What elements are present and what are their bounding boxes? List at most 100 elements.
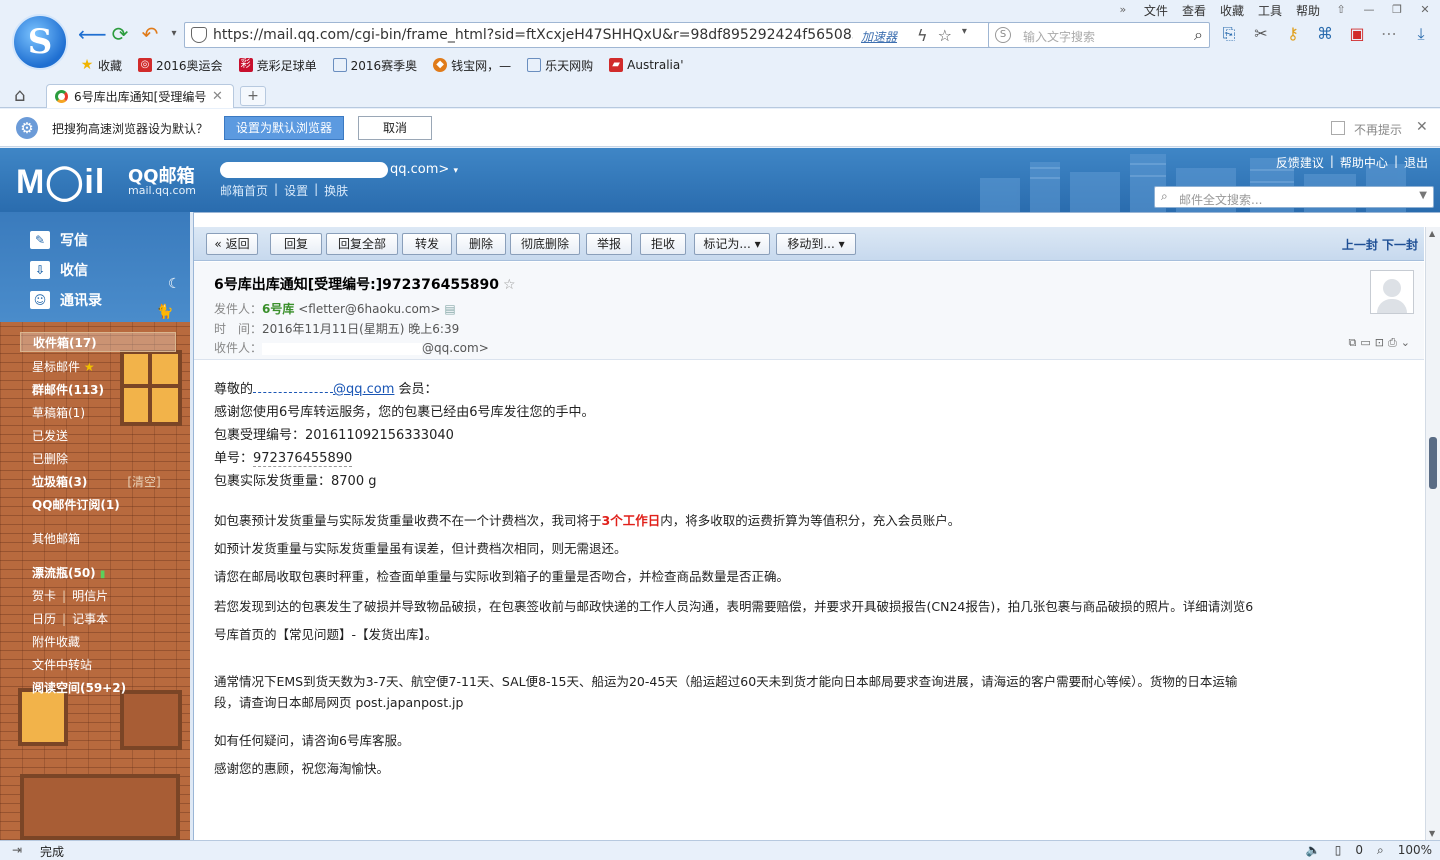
zoom-level[interactable]: 100% bbox=[1398, 843, 1432, 858]
mail-search-input[interactable]: ⌕ 邮件全文搜索... ▼ bbox=[1154, 186, 1434, 208]
cancel-button[interactable]: 取消 bbox=[358, 116, 432, 140]
notes-icon[interactable]: ▭ bbox=[1360, 336, 1370, 350]
bookmark-star-icon[interactable]: ☆ bbox=[938, 26, 952, 45]
move-to-dropdown[interactable]: 移动到... ▾ bbox=[776, 233, 856, 255]
browser-search-box[interactable]: S 输入文字搜索 ⌕ bbox=[988, 22, 1210, 48]
skin-icon[interactable]: ⇧ bbox=[1334, 3, 1348, 17]
screenshot-icon[interactable]: ⎘ bbox=[1220, 24, 1238, 44]
chevron-down-icon[interactable]: ⌄ bbox=[1401, 336, 1410, 350]
folder-drafts[interactable]: 草稿箱(1) bbox=[32, 404, 85, 421]
qqmail-logo[interactable]: M◯il bbox=[16, 162, 105, 202]
folder-inbox[interactable]: 收件箱(17) bbox=[20, 332, 176, 352]
delete-permanently-button[interactable]: 彻底删除 bbox=[510, 233, 580, 255]
logout-link[interactable]: 退出 bbox=[1404, 154, 1428, 171]
forward-button[interactable]: 转发 bbox=[402, 233, 452, 255]
folder-spam[interactable]: 垃圾箱(3) [清空] bbox=[32, 473, 161, 490]
undo-icon[interactable]: ↶ bbox=[138, 22, 162, 46]
chevron-down-icon[interactable]: ▾ bbox=[162, 22, 186, 46]
calendar-link[interactable]: 日历 bbox=[32, 612, 56, 626]
fav-item-olympics[interactable]: ◎ 2016奥运会 bbox=[138, 57, 223, 74]
address-bar[interactable]: https://mail.qq.com/cgi-bin/frame_html?s… bbox=[184, 22, 1054, 48]
postcard-link[interactable]: 明信片 bbox=[72, 589, 108, 603]
minimize-icon[interactable]: — bbox=[1362, 3, 1376, 17]
folder-subscribe[interactable]: QQ邮件订阅(1) bbox=[32, 496, 120, 513]
address-dropdown-icon[interactable]: ▾ bbox=[962, 26, 967, 45]
vertical-scrollbar[interactable]: ▲ ▼ bbox=[1425, 227, 1440, 840]
chevron-down-icon[interactable]: ▼ bbox=[1419, 190, 1427, 201]
folder-sent[interactable]: 已发送 bbox=[32, 427, 68, 444]
clear-spam-link[interactable]: [清空] bbox=[127, 475, 160, 489]
menu-favorites[interactable]: 收藏 bbox=[1220, 2, 1244, 19]
folder-group[interactable]: 群邮件(113) bbox=[32, 381, 104, 398]
report-button[interactable]: 举报 bbox=[586, 233, 632, 255]
folder-file-transfer[interactable]: 文件中转站 bbox=[32, 656, 92, 673]
scroll-up-icon[interactable]: ▲ bbox=[1429, 229, 1435, 238]
download-icon[interactable]: ⤓ bbox=[1412, 24, 1430, 44]
change-skin-link[interactable]: 换肤 bbox=[324, 182, 348, 199]
scissors-icon[interactable]: ✂ bbox=[1252, 24, 1270, 44]
speaker-icon[interactable]: 🔈 bbox=[1306, 843, 1321, 858]
mailbox-home-link[interactable]: 邮箱首页 bbox=[220, 182, 268, 199]
fav-item-season[interactable]: 2016赛季奥 bbox=[332, 57, 417, 74]
help-center-link[interactable]: 帮助中心 bbox=[1340, 154, 1388, 171]
delete-button[interactable]: 删除 bbox=[456, 233, 506, 255]
print-icon[interactable]: ⎙ bbox=[1388, 336, 1397, 350]
scroll-thumb[interactable] bbox=[1429, 437, 1437, 489]
notes-link[interactable]: 记事本 bbox=[72, 612, 108, 626]
folder-reading-space[interactable]: 阅读空间(59+2) bbox=[32, 679, 126, 696]
folder-other-mailbox[interactable]: 其他邮箱 bbox=[32, 530, 80, 547]
close-window-icon[interactable]: ✕ bbox=[1418, 3, 1432, 17]
fav-item-lottery[interactable]: 彩竞彩足球单 bbox=[238, 57, 317, 74]
menu-view[interactable]: 查看 bbox=[1182, 2, 1206, 19]
contact-card-icon[interactable]: ▤ bbox=[444, 302, 455, 316]
key-icon[interactable]: ⚷ bbox=[1284, 24, 1302, 44]
sogou-logo-icon[interactable]: S bbox=[12, 14, 68, 70]
settings-link[interactable]: 设置 bbox=[284, 182, 308, 199]
prev-next-mail-links[interactable]: 上一封 下一封 bbox=[1342, 236, 1418, 253]
sender-avatar[interactable] bbox=[1370, 270, 1414, 314]
folder-deleted[interactable]: 已删除 bbox=[32, 450, 68, 467]
star-outline-icon[interactable]: ☆ bbox=[503, 277, 516, 293]
folder-attachments[interactable]: 附件收藏 bbox=[32, 633, 80, 650]
translate-icon[interactable]: ⌘ bbox=[1316, 24, 1334, 44]
set-default-button[interactable]: 设置为默认浏览器 bbox=[224, 116, 344, 140]
menu-file[interactable]: 文件 bbox=[1144, 2, 1168, 19]
contacts-button[interactable]: ☺ 通讯录 bbox=[30, 290, 102, 310]
refresh-icon[interactable]: ⟳ bbox=[108, 22, 132, 46]
sender-name[interactable]: 6号库 bbox=[262, 302, 294, 316]
search-icon[interactable]: ⌕ bbox=[1194, 25, 1203, 45]
back-button[interactable]: « 返回 bbox=[206, 233, 258, 255]
reply-button[interactable]: 回复 bbox=[270, 233, 322, 255]
account-suffix[interactable]: qq.com> ▾ bbox=[390, 162, 458, 177]
dont-remind-checkbox[interactable] bbox=[1331, 121, 1345, 135]
scroll-down-icon[interactable]: ▼ bbox=[1429, 829, 1435, 838]
fav-item-collect[interactable]: ★ 收藏 bbox=[80, 57, 122, 74]
folder-starred[interactable]: 星标邮件 ★ bbox=[32, 358, 95, 375]
reject-button[interactable]: 拒收 bbox=[640, 233, 686, 255]
more-icon[interactable]: ⋯ bbox=[1380, 24, 1398, 44]
zoom-icon[interactable]: ⌕ bbox=[1377, 843, 1384, 858]
sidebar-toggle-icon[interactable]: ⇥ bbox=[12, 843, 22, 857]
accelerator-link[interactable]: 加速器 bbox=[861, 28, 897, 45]
greeting-email-link[interactable]: @qq.com bbox=[333, 382, 394, 397]
new-window-icon[interactable]: ⧉ bbox=[1348, 336, 1356, 350]
back-arrow-icon[interactable]: ⟵ bbox=[78, 22, 107, 46]
fav-item-australia[interactable]: ▰ Australia' bbox=[609, 58, 684, 72]
tracking-number[interactable]: 972376455890 bbox=[253, 451, 353, 467]
new-tab-button[interactable]: + bbox=[240, 86, 266, 106]
url-text[interactable]: https://mail.qq.com/cgi-bin/frame_html?s… bbox=[213, 27, 853, 43]
close-notify-icon[interactable]: ✕ bbox=[1416, 119, 1428, 135]
feedback-link[interactable]: 反馈建议 bbox=[1276, 154, 1324, 171]
reply-all-button[interactable]: 回复全部 bbox=[326, 233, 398, 255]
folder-drift-bottle[interactable]: 漂流瓶(50) ▮ bbox=[32, 564, 105, 581]
fav-item-qianbao[interactable]: ◆ 钱宝网，— bbox=[433, 57, 511, 74]
restore-icon[interactable]: ❐ bbox=[1390, 3, 1404, 17]
mobile-icon[interactable]: ▣ bbox=[1348, 24, 1366, 44]
chevron-double-right-icon[interactable]: » bbox=[1116, 3, 1130, 17]
fav-item-rakuten[interactable]: 乐天网购 bbox=[527, 57, 593, 74]
receive-mail-button[interactable]: ⇩ 收信 bbox=[30, 260, 88, 280]
card-link[interactable]: 贺卡 bbox=[32, 589, 56, 603]
save-icon[interactable]: ⊡ bbox=[1375, 336, 1384, 350]
phone-icon[interactable]: ▯ bbox=[1335, 843, 1342, 858]
write-mail-button[interactable]: ✎ 写信 bbox=[30, 230, 88, 250]
